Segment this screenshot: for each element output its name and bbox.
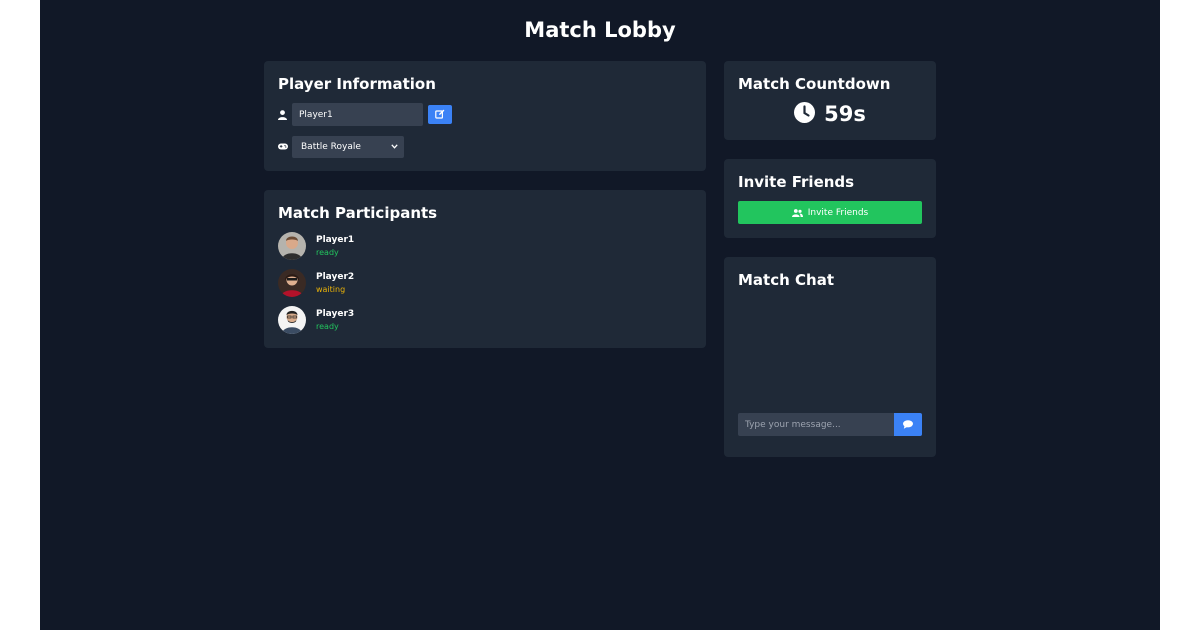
player-info-card: Player Information Battle Royale — [264, 61, 706, 171]
participant-status: ready — [316, 321, 339, 331]
player-name-row — [278, 103, 692, 126]
countdown-title: Match Countdown — [738, 75, 891, 93]
chat-card: Match Chat — [724, 257, 936, 457]
participants-card: Match Participants Player1 ready Player2… — [264, 190, 706, 348]
page-title: Match Lobby — [524, 18, 676, 42]
invite-friends-button[interactable]: Invite Friends — [738, 201, 922, 224]
participant-item: Player2 waiting — [278, 269, 692, 297]
edit-icon — [435, 107, 445, 122]
countdown-card: Match Countdown 59s — [724, 61, 936, 140]
invite-button-label: Invite Friends — [807, 207, 869, 218]
game-mode-row: Battle Royale — [278, 135, 692, 158]
lobby-app: Match Lobby Player Information Battle Ro… — [40, 0, 1160, 630]
participant-status: ready — [316, 247, 339, 257]
user-icon — [278, 108, 292, 122]
participant-status: waiting — [316, 284, 346, 294]
gamepad-icon — [278, 140, 292, 154]
game-mode-value: Battle Royale — [301, 141, 361, 152]
participant-item: Player1 ready — [278, 232, 692, 260]
chat-form — [738, 413, 922, 436]
chat-messages — [738, 299, 922, 413]
chat-bubble-icon — [903, 417, 913, 432]
participant-name: Player2 — [316, 271, 355, 282]
participant-item: Player3 ready — [278, 306, 692, 334]
invite-card: Invite Friends Invite Friends — [724, 159, 936, 238]
clock-icon — [794, 101, 816, 127]
avatar — [278, 306, 306, 334]
edit-name-button[interactable] — [428, 105, 452, 124]
participants-title: Match Participants — [278, 204, 438, 222]
player-name-input[interactable] — [292, 103, 423, 126]
invite-title: Invite Friends — [738, 173, 855, 191]
chevron-down-icon — [391, 142, 398, 152]
player-info-title: Player Information — [278, 75, 436, 93]
user-group-icon — [791, 208, 803, 217]
participant-name: Player3 — [316, 308, 355, 319]
chat-input[interactable] — [738, 413, 894, 436]
chat-title: Match Chat — [738, 271, 834, 289]
countdown-value: 59s — [824, 102, 866, 126]
game-mode-select[interactable]: Battle Royale — [292, 135, 404, 158]
send-message-button[interactable] — [894, 413, 922, 436]
avatar — [278, 269, 306, 297]
participant-name: Player1 — [316, 234, 355, 245]
countdown-display: 59s — [738, 101, 922, 127]
avatar — [278, 232, 306, 260]
